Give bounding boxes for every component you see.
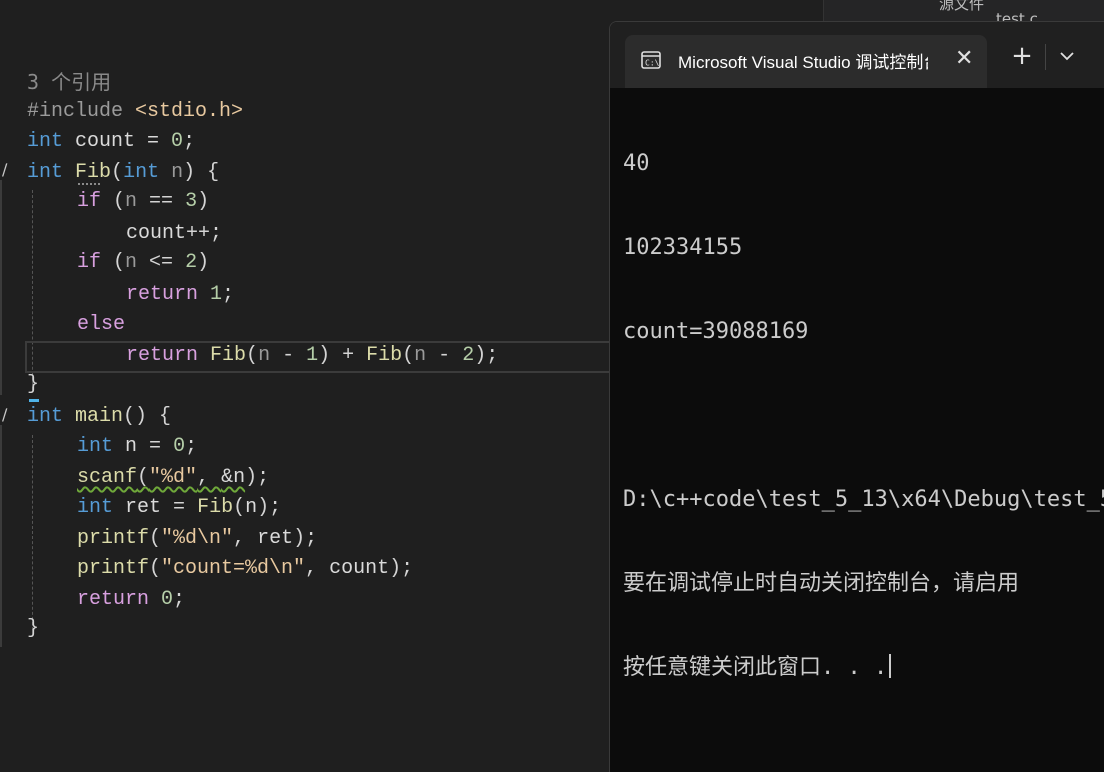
code-line-if-n2[interactable]: if (n <= 2) [77,248,209,278]
console-line: count=39088169 [623,319,809,344]
code-line-scanf[interactable]: scanf("%d", &n); [77,463,269,493]
fold-region-fib [0,180,2,395]
collapse-icon[interactable]: ∕ [2,160,7,179]
console-line-prompt: 按任意键关闭此窗口. . . [623,654,1104,682]
console-line: 要在调试停止时自动关闭控制台，请启用 [623,571,1020,596]
code-line-fib-signature[interactable]: int Fib(int n) { [27,158,219,188]
svg-text:C:\: C:\ [645,59,660,68]
code-line-printf-count[interactable]: printf("count=%d\n", count); [77,554,413,584]
codelens-references[interactable]: 3 个引用 [27,66,111,95]
terminal-icon: C:\ [641,51,661,69]
code-line-include[interactable]: #include <stdio.h> [27,97,243,127]
close-icon[interactable]: ✕ [955,46,973,71]
code-line-ret-decl[interactable]: int ret = Fib(n); [77,493,281,523]
code-line-main-close[interactable]: } [27,614,39,644]
code-line-main-signature[interactable]: int main() { [27,402,171,432]
collapse-icon[interactable]: ∕ [2,405,7,424]
tab-separator [1045,44,1046,70]
console-line: 102334155 [623,235,743,260]
code-line-n-decl[interactable]: int n = 0; [77,432,197,462]
new-tab-button[interactable]: + [1007,41,1037,71]
console-tab[interactable]: C:\ Microsoft Visual Studio 调试控制台 ✕ [625,35,987,88]
code-line-return-0[interactable]: return 0; [77,585,185,615]
debug-console-window[interactable]: C:\ Microsoft Visual Studio 调试控制台 ✕ + 40… [609,21,1104,772]
console-tab-title: Microsoft Visual Studio 调试控制台 [678,53,928,72]
console-tab-bar: C:\ Microsoft Visual Studio 调试控制台 ✕ + [610,22,1104,88]
text-cursor [889,654,892,678]
code-line-count-inc[interactable]: count++; [126,219,222,249]
chevron-down-icon[interactable] [1052,41,1082,71]
code-line-if-n3[interactable]: if (n == 3) [77,187,209,217]
code-line-printf-ret[interactable]: printf("%d\n", ret); [77,524,317,554]
solution-explorer: 源文件 test.c [823,0,1104,28]
source-folder-item[interactable]: 源文件 [939,0,984,14]
fold-region-main [0,425,2,647]
indent-guide [32,435,33,630]
console-line: 40 [623,151,650,176]
console-output[interactable]: 40 102334155 count=39088169 D:\c++code\t… [623,94,1104,738]
code-line-return-1[interactable]: return 1; [126,280,234,310]
code-line-else[interactable]: else [77,310,125,340]
warning-squiggle[interactable]: scanf("%d", &n [77,466,245,489]
code-line-count-decl[interactable]: int count = 0; [27,127,195,157]
console-prompt-text: 按任意键关闭此窗口. . . [623,655,888,680]
code-line-return-fib[interactable]: return Fib(n - 1) + Fib(n - 2); [126,341,498,371]
code-line-close-brace[interactable]: } [27,370,39,400]
suggestion-dots[interactable] [78,183,100,185]
console-line: D:\c++code\test_5_13\x64\Debug\test_5_13… [623,487,1104,512]
